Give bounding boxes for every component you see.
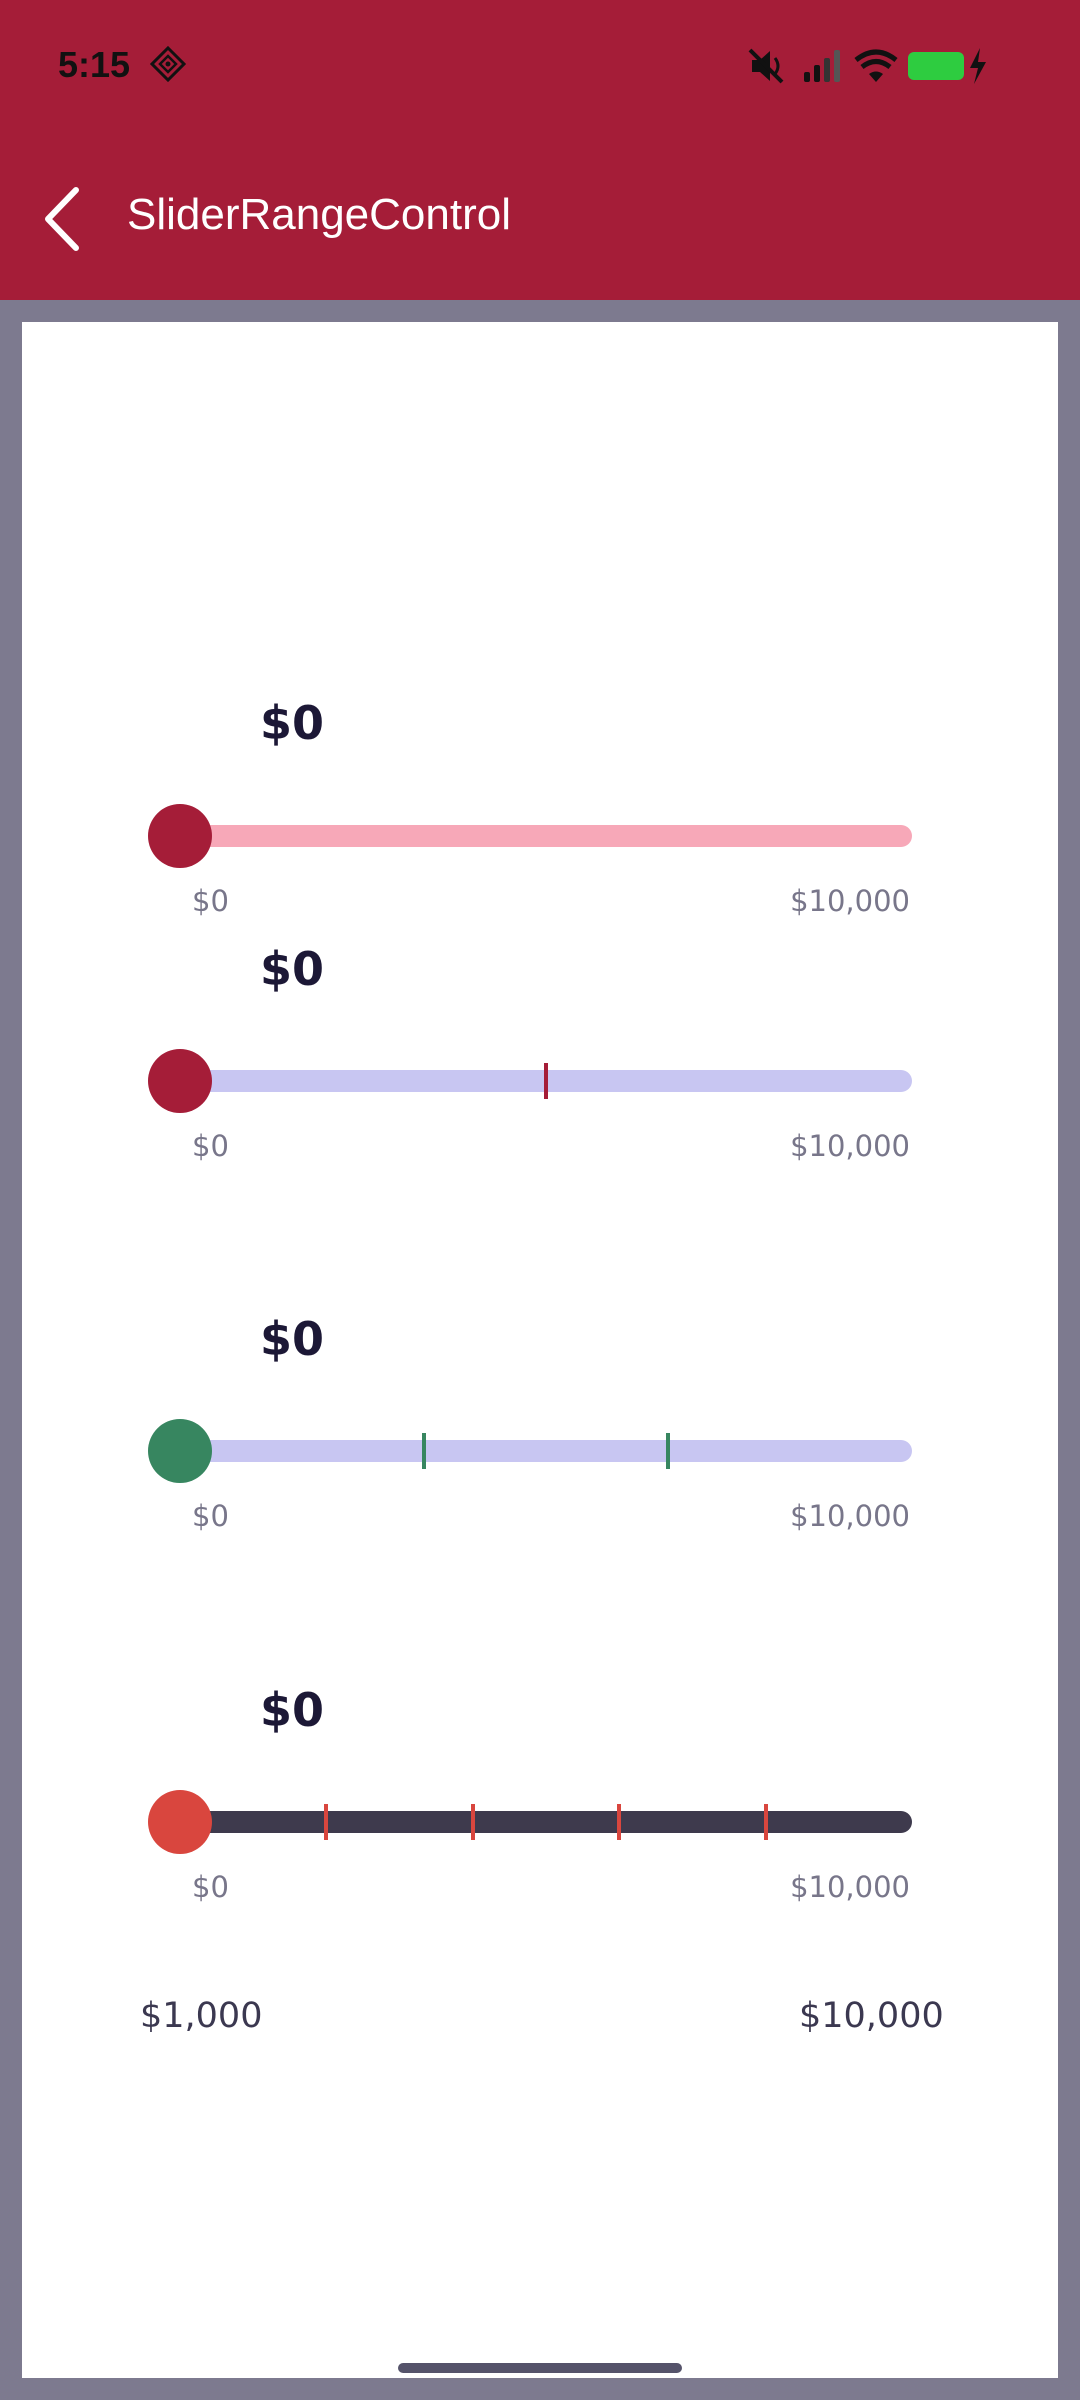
back-arrow-icon[interactable]	[38, 184, 88, 254]
slider-value-label: $0	[260, 696, 325, 750]
status-bar: 5:15	[0, 0, 1080, 130]
slider-value-label: $0	[260, 1683, 325, 1737]
slider-min-label: $0	[192, 1870, 229, 1904]
slider-min-label: $0	[192, 884, 229, 918]
content-card: $0 $0 $10,000 $0 $0 $10,000 $0 $0 $10,00…	[22, 322, 1058, 2378]
slider-max-label: $10,000	[790, 1129, 910, 1163]
slider-thumb[interactable]	[148, 1049, 212, 1113]
slider-track[interactable]	[180, 1811, 912, 1833]
home-indicator[interactable]	[398, 2363, 682, 2373]
slider-value-label: $0	[260, 942, 325, 996]
slider-tick-mark	[666, 1433, 671, 1469]
app-bar: SliderRangeControl	[0, 130, 1080, 300]
slider-tick-mark	[617, 1804, 622, 1840]
slider-tick-mark	[324, 1804, 329, 1840]
page-title: SliderRangeControl	[127, 190, 511, 239]
signal-icon	[804, 50, 840, 82]
slider-tick-mark	[470, 1804, 475, 1840]
range-max-label: $10,000	[799, 1996, 944, 2036]
slider-thumb[interactable]	[148, 804, 212, 868]
range-min-label: $1,000	[140, 1996, 263, 2036]
slider-track[interactable]	[180, 1440, 912, 1462]
mute-icon	[748, 48, 784, 84]
slider-tick-mark	[544, 1063, 548, 1099]
slider-max-label: $10,000	[790, 1499, 910, 1533]
status-time: 5:15	[58, 44, 131, 85]
slider-thumb[interactable]	[148, 1419, 212, 1483]
wifi-icon	[854, 49, 898, 82]
battery-charging-icon	[908, 48, 986, 84]
slider-2: $0 $0 $10,000	[22, 942, 1058, 1202]
slider-thumb[interactable]	[148, 1790, 212, 1854]
slider-min-label: $0	[192, 1499, 229, 1533]
diamond-app-icon	[150, 46, 186, 82]
slider-max-label: $10,000	[790, 1870, 910, 1904]
slider-value-label: $0	[260, 1312, 325, 1366]
slider-max-label: $10,000	[790, 884, 910, 918]
slider-tick-mark	[763, 1804, 768, 1840]
slider-1: $0 $0 $10,000	[22, 696, 1058, 956]
slider-track[interactable]	[180, 825, 912, 847]
slider-min-label: $0	[192, 1129, 229, 1163]
status-icons	[748, 48, 986, 84]
slider-3: $0 $0 $10,000	[22, 1312, 1058, 1572]
slider-tick-mark	[421, 1433, 426, 1469]
slider-4: $0 $0 $10,000	[22, 1683, 1058, 1943]
